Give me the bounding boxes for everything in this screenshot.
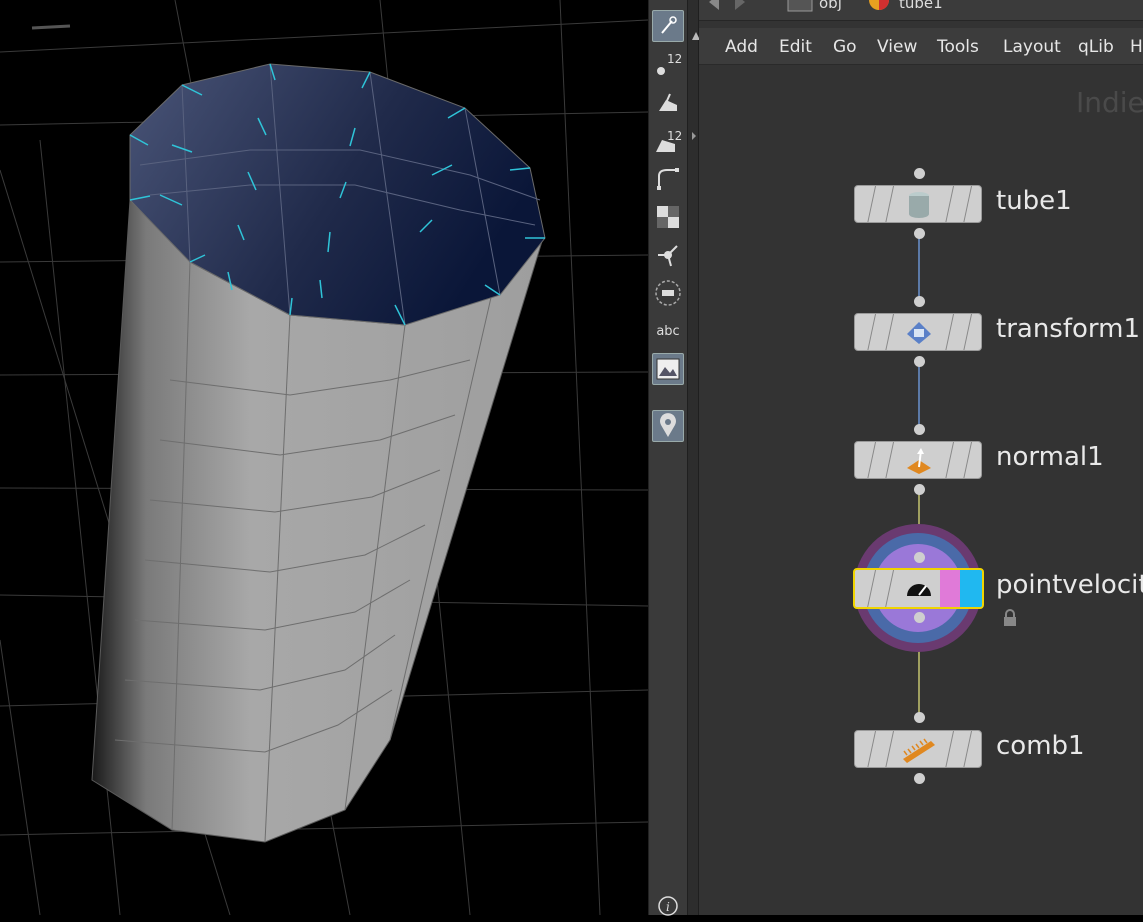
node-comb1[interactable] <box>854 730 982 768</box>
point-count-label: 12 <box>667 52 682 66</box>
breadcrumb-node[interactable]: tube1 <box>899 0 943 12</box>
menu-go[interactable]: Go <box>833 37 857 57</box>
network-menu-bar: Add Edit Go View Tools Layout qLib H <box>699 28 1143 65</box>
pin-tool-icon[interactable] <box>652 410 684 442</box>
output-port[interactable] <box>914 773 925 784</box>
info-icon[interactable]: i <box>652 890 684 922</box>
output-port[interactable] <box>914 612 925 623</box>
obj-context-icon <box>787 0 813 12</box>
wire[interactable] <box>918 234 920 302</box>
circle-tool-icon[interactable] <box>652 277 684 309</box>
tube-geometry <box>0 0 648 915</box>
output-port[interactable] <box>914 356 925 367</box>
transform-icon <box>907 322 931 344</box>
input-port[interactable] <box>914 424 925 435</box>
menu-layout[interactable]: Layout <box>1003 37 1061 57</box>
menu-h[interactable]: H <box>1130 37 1143 57</box>
select-tool-icon[interactable] <box>652 10 684 42</box>
breadcrumb-context[interactable]: obj <box>819 0 842 12</box>
menu-add[interactable]: Add <box>725 37 758 57</box>
node-pointvelocity[interactable] <box>853 568 984 609</box>
node-transform1[interactable] <box>854 313 982 351</box>
paint-tool-icon[interactable] <box>652 87 684 119</box>
stamp-count-label: 12 <box>667 129 682 143</box>
output-port[interactable] <box>914 228 925 239</box>
pivot-tool-icon[interactable] <box>652 239 684 271</box>
menu-qlib[interactable]: qLib <box>1078 37 1114 57</box>
path-bar: obj tube1 <box>699 0 1143 21</box>
svg-text:i: i <box>666 900 670 914</box>
normal-icon <box>907 448 931 474</box>
tube-icon <box>909 192 929 218</box>
checker-tool-icon[interactable] <box>652 201 684 233</box>
network-editor[interactable]: obj tube1 Add Edit Go View Tools Layout … <box>699 0 1143 915</box>
text-tool-label: abc <box>656 323 680 339</box>
menu-edit[interactable]: Edit <box>779 37 812 57</box>
geo-node-icon <box>869 0 889 10</box>
node-label: transform1 <box>996 314 1141 344</box>
output-port[interactable] <box>914 484 925 495</box>
node-label: tube1 <box>996 186 1072 216</box>
lock-icon[interactable] <box>1002 609 1018 627</box>
wire[interactable] <box>918 362 920 430</box>
node-tube1[interactable] <box>854 185 982 223</box>
render-flag[interactable] <box>960 570 982 607</box>
node-label: pointvelocit <box>996 570 1143 600</box>
node-label: comb1 <box>996 731 1085 761</box>
image-tool-icon[interactable] <box>652 353 684 385</box>
stamp-count-tool-icon[interactable]: 12 <box>652 125 684 157</box>
speedometer-icon <box>907 584 931 596</box>
back-forward-icon[interactable] <box>707 0 747 12</box>
display-flag[interactable] <box>940 570 960 607</box>
input-port[interactable] <box>914 296 925 307</box>
input-port[interactable] <box>914 168 925 179</box>
3d-viewport[interactable] <box>0 0 648 915</box>
curve-tool-icon[interactable] <box>652 163 684 195</box>
node-normal1[interactable] <box>854 441 982 479</box>
input-port[interactable] <box>914 712 925 723</box>
pane-divider[interactable] <box>687 0 700 915</box>
point-count-tool-icon[interactable]: 12 <box>652 48 684 80</box>
text-tool[interactable]: abc <box>652 315 684 347</box>
input-port[interactable] <box>914 552 925 563</box>
menu-tools[interactable]: Tools <box>937 37 979 57</box>
license-watermark: Indie <box>1076 86 1143 119</box>
viewport-toolbar: 12 12 abc i <box>648 0 687 916</box>
comb-icon <box>903 738 935 763</box>
node-label: normal1 <box>996 442 1104 472</box>
menu-view[interactable]: View <box>877 37 917 57</box>
